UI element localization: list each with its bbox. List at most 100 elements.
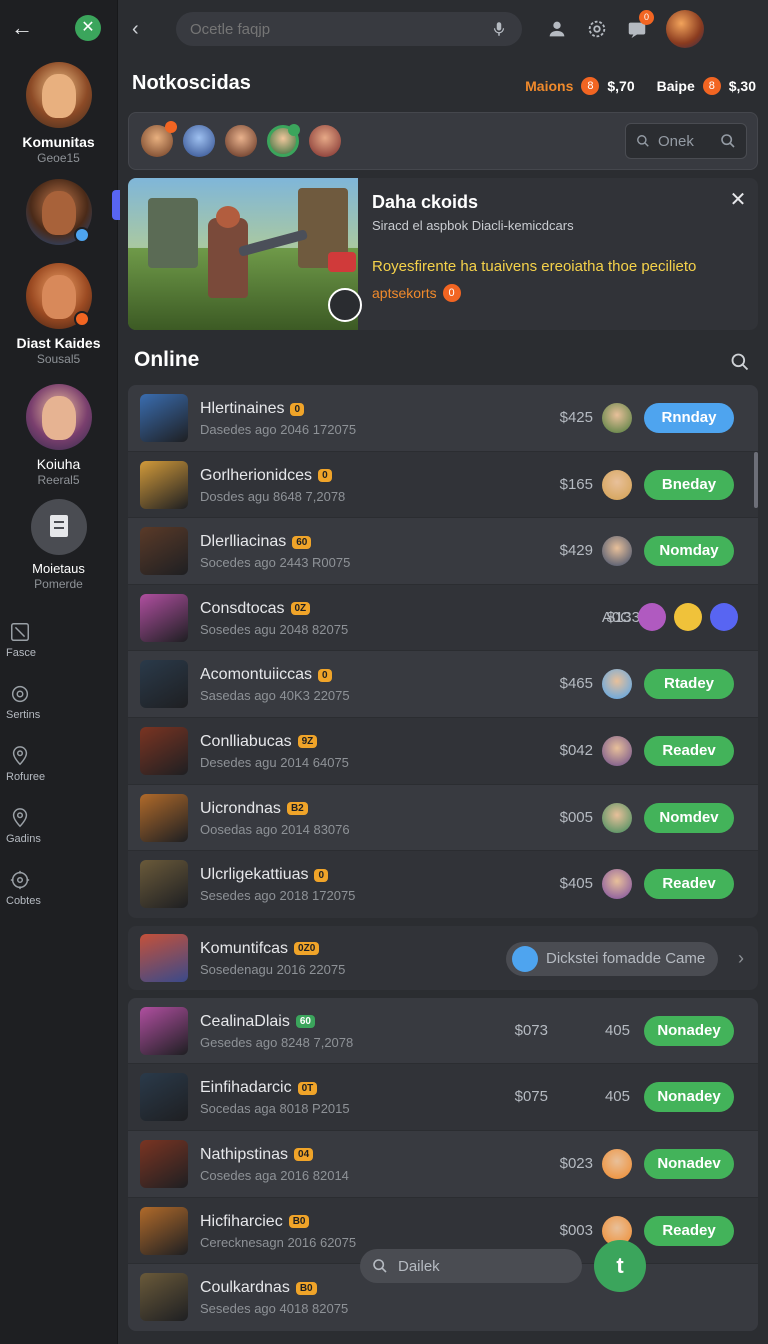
avatar <box>25 62 92 128</box>
user-avatar[interactable] <box>666 10 704 48</box>
rail-item-gadins[interactable]: Gadins <box>6 795 41 857</box>
list-item[interactable]: Ulcrligekattiuas 0 Sesedes ago 2018 172075… <box>128 851 758 918</box>
rail-item-rofuree[interactable]: Rofuree <box>6 733 45 795</box>
status-button[interactable]: Bneday <box>644 469 734 500</box>
player-avatar[interactable] <box>602 735 632 766</box>
stat-label: Baipe <box>656 78 695 94</box>
player-avatar[interactable] <box>602 1148 632 1179</box>
list-item[interactable]: Einfihadarcic 0T Socedas aga 8018 P2015 $07… <box>128 1064 758 1131</box>
game-name: Nathipstinas <box>200 1145 289 1163</box>
friend-avatar[interactable] <box>267 124 300 157</box>
promo-highlight: Royesfirente ha tuaivens ereoiatha thoe … <box>372 258 697 275</box>
status-button[interactable]: Readey <box>644 1215 734 1246</box>
bottom-search[interactable]: Dailek <box>360 1249 582 1283</box>
stat-badge: 8 <box>581 77 600 95</box>
back-arrow-icon[interactable]: ← <box>10 16 34 40</box>
list-item[interactable]: Nathipstinas 04 Cosedes aga 2016 82014 $023… <box>128 1130 758 1198</box>
close-icon[interactable]: ✕ <box>728 190 748 210</box>
game-tag: B0 <box>295 1281 317 1295</box>
rail-item-sertins[interactable]: Sertins <box>6 671 40 733</box>
search-icon[interactable] <box>730 352 750 372</box>
game-avatar <box>140 933 188 982</box>
list-item[interactable]: Gorlherionidces 0 Dosdes agu 8648 7,2078 $1… <box>128 452 758 519</box>
status-button[interactable]: Nonadey <box>644 1082 734 1113</box>
reaction-icon[interactable] <box>638 602 666 631</box>
game-extra: 405 <box>604 1088 630 1106</box>
game-tag: 60 <box>295 1015 315 1029</box>
mic-icon[interactable] <box>490 20 508 38</box>
game-name: Conlliabucas <box>200 732 292 750</box>
rail-profile-1[interactable]: Komunitas Geoe15 <box>0 62 117 165</box>
player-avatar[interactable] <box>602 869 632 900</box>
list-item[interactable]: Acomontuiiccas 0 Sasedas ago 40K3 22075 $46… <box>128 651 758 718</box>
game-avatar <box>140 660 188 709</box>
invite-pill[interactable]: Dickstei fomadde Came <box>506 941 718 976</box>
promo-link[interactable]: aptsekorts 0 <box>372 284 461 302</box>
rail-item-cobtes[interactable]: Cobtes <box>6 857 41 919</box>
search-bar[interactable] <box>176 12 522 46</box>
status-button[interactable]: Nonadey <box>644 1015 734 1046</box>
rail-item-fasce[interactable]: Fasce <box>6 609 36 671</box>
game-avatar <box>140 593 188 642</box>
status-button[interactable]: Rtadey <box>644 669 734 700</box>
chevron-right-icon[interactable]: › <box>738 948 744 969</box>
game-avatar <box>140 460 188 509</box>
heart-icon[interactable] <box>674 602 702 631</box>
profile-sub: Pomerde <box>34 577 83 591</box>
list-item[interactable]: Consdtocas 0Z Sosedes agu 2048 82075 $133 A0… <box>128 585 758 652</box>
status-button[interactable]: Rnnday <box>644 403 734 433</box>
chevron-left-icon[interactable]: ‹ <box>132 18 156 41</box>
search-input[interactable] <box>190 20 490 38</box>
friend-avatar[interactable] <box>141 121 177 157</box>
friend-search[interactable]: Onek <box>625 123 747 159</box>
promo-banner[interactable]: Daha ckoids Siracd el aspbok Diacli-kemi… <box>128 178 758 330</box>
doc-avatar <box>30 499 87 555</box>
friend-avatar[interactable] <box>309 125 341 157</box>
gear-icon[interactable] <box>586 18 608 40</box>
search-icon[interactable] <box>720 133 736 149</box>
friend-avatar[interactable] <box>183 125 215 157</box>
friend-avatar[interactable] <box>225 125 257 157</box>
status-button[interactable]: Nomday <box>644 536 734 567</box>
profile-name: Diast Kaides <box>16 335 101 351</box>
game-price: $005 <box>559 808 593 826</box>
notification-badge: 0 <box>639 10 654 25</box>
rail-profile-2[interactable] <box>0 179 117 245</box>
game-price: $429 <box>559 542 593 560</box>
close-button[interactable]: ✕ <box>75 15 101 41</box>
list-item[interactable]: Hlertinaines 0 Dasedes ago 2046 172075 $425… <box>128 385 758 452</box>
game-meta: Desedes agu 2014 64075 <box>200 754 349 770</box>
status-button[interactable]: Readev <box>644 735 734 766</box>
rail-profile-5[interactable]: Moietaus Pomerde <box>0 499 117 591</box>
game-price: $073 <box>514 1021 548 1039</box>
game-name: Uicrondnas <box>200 799 281 817</box>
game-tag: 60 <box>292 535 312 549</box>
notification-icon[interactable]: 0 <box>626 10 654 40</box>
compose-fab[interactable]: t <box>594 1240 646 1292</box>
rail-profile-3[interactable]: Diast Kaides Sousal5 <box>0 263 117 366</box>
list-item[interactable]: CealinaDlais 60 Gesedes ago 8248 7,2078 $07… <box>128 997 758 1065</box>
status-button[interactable]: Nonadev <box>644 1148 734 1179</box>
list-item[interactable]: Conlliabucas 9Z Desedes agu 2014 64075 $042… <box>128 718 758 785</box>
player-avatar[interactable] <box>602 802 632 833</box>
status-button[interactable]: Readev <box>644 869 734 900</box>
list-item[interactable]: Komuntifcas 0Z0 Sosedenagu 2016 22075 Di… <box>128 926 758 990</box>
status-button[interactable]: Nomdev <box>644 802 734 833</box>
check-icon[interactable] <box>710 602 738 631</box>
player-avatar[interactable] <box>602 469 632 500</box>
invite-pill-label: Dickstei fomadde Came <box>546 950 706 968</box>
list-item[interactable]: Uicrondnas B2 Oosedas ago 2014 83076 $005 No… <box>128 784 758 852</box>
player-avatar[interactable] <box>602 536 632 567</box>
player-avatar[interactable] <box>602 403 632 433</box>
scrollbar[interactable] <box>754 452 758 508</box>
location-icon <box>12 746 28 766</box>
user-icon[interactable] <box>546 18 568 40</box>
game-meta: Sasedas ago 40K3 22075 <box>200 688 350 704</box>
list-item[interactable]: Dlerlliacinas 60 Socedes ago 2443 R0075 $42… <box>128 518 758 585</box>
player-avatar[interactable] <box>602 669 632 700</box>
search-icon <box>373 1259 387 1273</box>
promo-subtitle: Siracd el aspbok Diacli-kemicdcars <box>372 218 574 233</box>
friends-strip: Onek <box>128 112 758 170</box>
rail-profile-4[interactable]: Koiuha Reeral5 <box>0 384 117 487</box>
rail-item-label: Fasce <box>6 647 36 659</box>
